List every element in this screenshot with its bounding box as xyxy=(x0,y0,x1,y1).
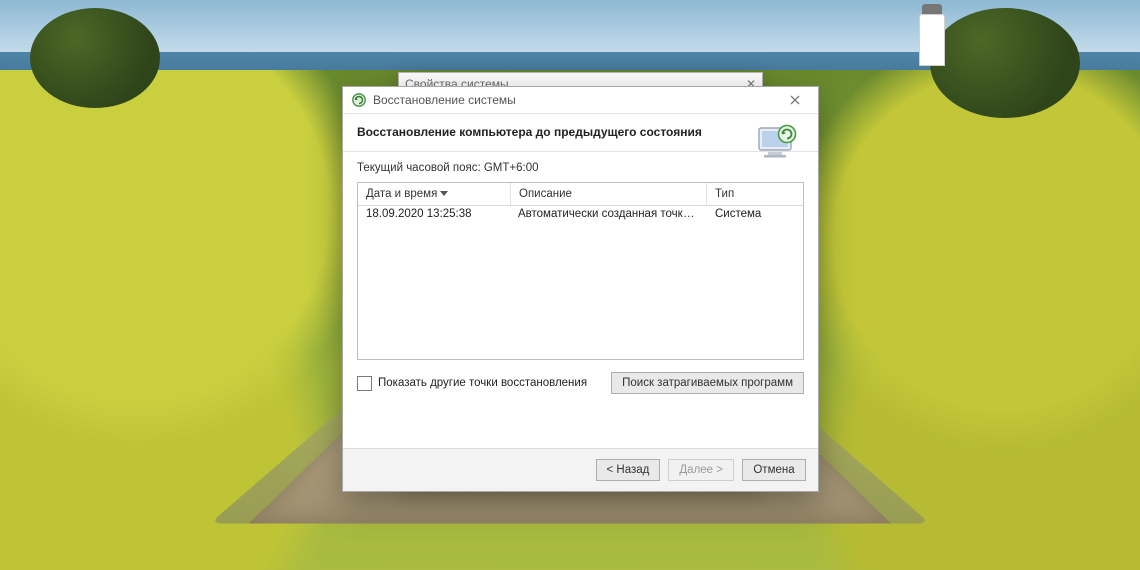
column-datetime[interactable]: Дата и время xyxy=(358,183,511,205)
dialog-header: Восстановление компьютера до предыдущего… xyxy=(343,114,818,151)
timezone-label: Текущий часовой пояс: GMT+6:00 xyxy=(357,162,804,174)
show-more-checkbox[interactable] xyxy=(357,376,372,391)
cell-datetime: 18.09.2020 13:25:38 xyxy=(358,206,510,226)
cancel-button[interactable]: Отмена xyxy=(742,459,806,481)
dialog-footer: < Назад Далее > Отмена xyxy=(343,448,818,491)
column-description[interactable]: Описание xyxy=(511,183,707,205)
restore-monitor-icon xyxy=(754,122,800,165)
system-restore-dialog: Восстановление системы Восстановление ко… xyxy=(342,86,819,492)
next-button[interactable]: Далее > xyxy=(668,459,734,481)
restore-points-table[interactable]: Дата и время Описание Тип 18.09.2020 13:… xyxy=(357,182,804,360)
sort-indicator-icon xyxy=(437,188,448,200)
show-more-label: Показать другие точки восстановления xyxy=(378,377,587,389)
scan-affected-programs-button[interactable]: Поиск затрагиваемых программ xyxy=(611,372,804,394)
dialog-titlebar[interactable]: Восстановление системы xyxy=(343,87,818,114)
cell-description: Автоматически созданная точка восстановл… xyxy=(510,206,707,226)
system-restore-app-icon xyxy=(351,92,367,108)
dialog-title: Восстановление системы xyxy=(373,93,516,107)
cell-type: Система xyxy=(707,206,803,226)
close-button[interactable] xyxy=(776,89,814,111)
dialog-heading: Восстановление компьютера до предыдущего… xyxy=(357,125,717,139)
table-row[interactable]: 18.09.2020 13:25:38 Автоматически создан… xyxy=(358,206,803,226)
table-header: Дата и время Описание Тип xyxy=(358,183,803,206)
column-type[interactable]: Тип xyxy=(707,183,803,205)
back-button[interactable]: < Назад xyxy=(596,459,661,481)
